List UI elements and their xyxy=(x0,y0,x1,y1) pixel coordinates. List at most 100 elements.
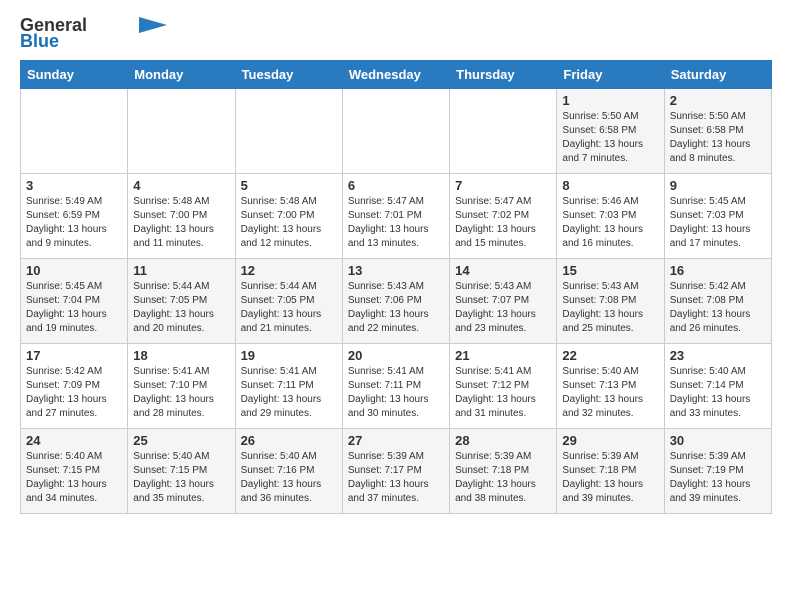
calendar-cell: 9 Sunrise: 5:45 AM Sunset: 7:03 PM Daylig… xyxy=(664,173,771,258)
day-number: 16 xyxy=(670,263,766,278)
weekday-header-friday: Friday xyxy=(557,60,664,88)
day-info: Sunrise: 5:48 AM Sunset: 7:00 PM Dayligh… xyxy=(241,195,337,251)
day-info: Sunrise: 5:41 AM Sunset: 7:12 PM Dayligh… xyxy=(455,365,551,421)
calendar-cell: 23 Sunrise: 5:40 AM Sunset: 7:14 PM Dayli… xyxy=(664,343,771,428)
day-info: Sunrise: 5:45 AM Sunset: 7:03 PM Dayligh… xyxy=(670,195,766,251)
day-info: Sunrise: 5:49 AM Sunset: 6:59 PM Dayligh… xyxy=(26,195,122,251)
day-number: 27 xyxy=(348,433,444,448)
day-number: 3 xyxy=(26,178,122,193)
calendar-cell: 24 Sunrise: 5:40 AM Sunset: 7:15 PM Dayli… xyxy=(21,428,128,513)
day-info: Sunrise: 5:41 AM Sunset: 7:11 PM Dayligh… xyxy=(241,365,337,421)
day-info: Sunrise: 5:41 AM Sunset: 7:11 PM Dayligh… xyxy=(348,365,444,421)
calendar-cell xyxy=(450,88,557,173)
weekday-header-sunday: Sunday xyxy=(21,60,128,88)
calendar-cell xyxy=(235,88,342,173)
calendar-cell: 5 Sunrise: 5:48 AM Sunset: 7:00 PM Daylig… xyxy=(235,173,342,258)
day-info: Sunrise: 5:40 AM Sunset: 7:15 PM Dayligh… xyxy=(26,450,122,506)
day-info: Sunrise: 5:47 AM Sunset: 7:01 PM Dayligh… xyxy=(348,195,444,251)
day-info: Sunrise: 5:44 AM Sunset: 7:05 PM Dayligh… xyxy=(133,280,229,336)
day-number: 21 xyxy=(455,348,551,363)
day-info: Sunrise: 5:45 AM Sunset: 7:04 PM Dayligh… xyxy=(26,280,122,336)
day-number: 30 xyxy=(670,433,766,448)
calendar-cell: 15 Sunrise: 5:43 AM Sunset: 7:08 PM Dayli… xyxy=(557,258,664,343)
day-info: Sunrise: 5:41 AM Sunset: 7:10 PM Dayligh… xyxy=(133,365,229,421)
calendar-cell: 7 Sunrise: 5:47 AM Sunset: 7:02 PM Daylig… xyxy=(450,173,557,258)
day-number: 2 xyxy=(670,93,766,108)
calendar-cell: 4 Sunrise: 5:48 AM Sunset: 7:00 PM Daylig… xyxy=(128,173,235,258)
logo-blue: Blue xyxy=(20,32,59,52)
calendar-cell xyxy=(21,88,128,173)
weekday-header-wednesday: Wednesday xyxy=(342,60,449,88)
day-number: 25 xyxy=(133,433,229,448)
day-info: Sunrise: 5:46 AM Sunset: 7:03 PM Dayligh… xyxy=(562,195,658,251)
day-number: 8 xyxy=(562,178,658,193)
calendar-cell: 8 Sunrise: 5:46 AM Sunset: 7:03 PM Daylig… xyxy=(557,173,664,258)
calendar-cell: 1 Sunrise: 5:50 AM Sunset: 6:58 PM Daylig… xyxy=(557,88,664,173)
calendar-cell: 30Sunrise: 5:39 AM Sunset: 7:19 PM Dayli… xyxy=(664,428,771,513)
day-info: Sunrise: 5:44 AM Sunset: 7:05 PM Dayligh… xyxy=(241,280,337,336)
day-info: Sunrise: 5:42 AM Sunset: 7:08 PM Dayligh… xyxy=(670,280,766,336)
calendar-cell: 18 Sunrise: 5:41 AM Sunset: 7:10 PM Dayli… xyxy=(128,343,235,428)
day-number: 28 xyxy=(455,433,551,448)
calendar-cell: 3 Sunrise: 5:49 AM Sunset: 6:59 PM Daylig… xyxy=(21,173,128,258)
day-number: 6 xyxy=(348,178,444,193)
day-number: 13 xyxy=(348,263,444,278)
day-info: Sunrise: 5:50 AM Sunset: 6:58 PM Dayligh… xyxy=(562,110,658,166)
calendar-cell: 19Sunrise: 5:41 AM Sunset: 7:11 PM Dayli… xyxy=(235,343,342,428)
weekday-header-thursday: Thursday xyxy=(450,60,557,88)
day-info: Sunrise: 5:43 AM Sunset: 7:07 PM Dayligh… xyxy=(455,280,551,336)
calendar-cell: 11Sunrise: 5:44 AM Sunset: 7:05 PM Dayli… xyxy=(128,258,235,343)
calendar-cell xyxy=(342,88,449,173)
day-number: 22 xyxy=(562,348,658,363)
day-number: 17 xyxy=(26,348,122,363)
header: General Blue xyxy=(20,16,772,52)
calendar-cell: 26 Sunrise: 5:40 AM Sunset: 7:16 PM Dayli… xyxy=(235,428,342,513)
day-number: 4 xyxy=(133,178,229,193)
calendar-table: SundayMondayTuesdayWednesdayThursdayFrid… xyxy=(20,60,772,514)
day-info: Sunrise: 5:40 AM Sunset: 7:14 PM Dayligh… xyxy=(670,365,766,421)
day-number: 15 xyxy=(562,263,658,278)
day-number: 10 xyxy=(26,263,122,278)
calendar-cell: 14 Sunrise: 5:43 AM Sunset: 7:07 PM Dayli… xyxy=(450,258,557,343)
day-number: 1 xyxy=(562,93,658,108)
calendar-cell: 22 Sunrise: 5:40 AM Sunset: 7:13 PM Dayli… xyxy=(557,343,664,428)
calendar-cell: 29Sunrise: 5:39 AM Sunset: 7:18 PM Dayli… xyxy=(557,428,664,513)
day-info: Sunrise: 5:39 AM Sunset: 7:18 PM Dayligh… xyxy=(455,450,551,506)
calendar-cell xyxy=(128,88,235,173)
calendar-cell: 16 Sunrise: 5:42 AM Sunset: 7:08 PM Dayli… xyxy=(664,258,771,343)
day-number: 24 xyxy=(26,433,122,448)
calendar-cell: 6 Sunrise: 5:47 AM Sunset: 7:01 PM Daylig… xyxy=(342,173,449,258)
calendar-cell: 28 Sunrise: 5:39 AM Sunset: 7:18 PM Dayli… xyxy=(450,428,557,513)
day-info: Sunrise: 5:43 AM Sunset: 7:06 PM Dayligh… xyxy=(348,280,444,336)
logo: General Blue xyxy=(20,16,167,52)
day-info: Sunrise: 5:40 AM Sunset: 7:16 PM Dayligh… xyxy=(241,450,337,506)
day-info: Sunrise: 5:43 AM Sunset: 7:08 PM Dayligh… xyxy=(562,280,658,336)
day-number: 23 xyxy=(670,348,766,363)
calendar-cell: 20 Sunrise: 5:41 AM Sunset: 7:11 PM Dayli… xyxy=(342,343,449,428)
day-info: Sunrise: 5:40 AM Sunset: 7:13 PM Dayligh… xyxy=(562,365,658,421)
day-number: 7 xyxy=(455,178,551,193)
day-number: 18 xyxy=(133,348,229,363)
day-number: 29 xyxy=(562,433,658,448)
day-info: Sunrise: 5:40 AM Sunset: 7:15 PM Dayligh… xyxy=(133,450,229,506)
weekday-header-tuesday: Tuesday xyxy=(235,60,342,88)
day-number: 26 xyxy=(241,433,337,448)
weekday-header-monday: Monday xyxy=(128,60,235,88)
day-number: 20 xyxy=(348,348,444,363)
calendar-cell: 25 Sunrise: 5:40 AM Sunset: 7:15 PM Dayli… xyxy=(128,428,235,513)
day-number: 14 xyxy=(455,263,551,278)
day-info: Sunrise: 5:48 AM Sunset: 7:00 PM Dayligh… xyxy=(133,195,229,251)
calendar-cell: 13 Sunrise: 5:43 AM Sunset: 7:06 PM Dayli… xyxy=(342,258,449,343)
calendar-cell: 27 Sunrise: 5:39 AM Sunset: 7:17 PM Dayli… xyxy=(342,428,449,513)
calendar-cell: 17Sunrise: 5:42 AM Sunset: 7:09 PM Dayli… xyxy=(21,343,128,428)
day-info: Sunrise: 5:47 AM Sunset: 7:02 PM Dayligh… xyxy=(455,195,551,251)
day-number: 9 xyxy=(670,178,766,193)
day-number: 5 xyxy=(241,178,337,193)
calendar-cell: 21 Sunrise: 5:41 AM Sunset: 7:12 PM Dayli… xyxy=(450,343,557,428)
day-info: Sunrise: 5:39 AM Sunset: 7:17 PM Dayligh… xyxy=(348,450,444,506)
logo-icon xyxy=(139,17,167,33)
calendar-cell: 12 Sunrise: 5:44 AM Sunset: 7:05 PM Dayli… xyxy=(235,258,342,343)
calendar-cell: 10 Sunrise: 5:45 AM Sunset: 7:04 PM Dayli… xyxy=(21,258,128,343)
day-number: 12 xyxy=(241,263,337,278)
weekday-header-saturday: Saturday xyxy=(664,60,771,88)
